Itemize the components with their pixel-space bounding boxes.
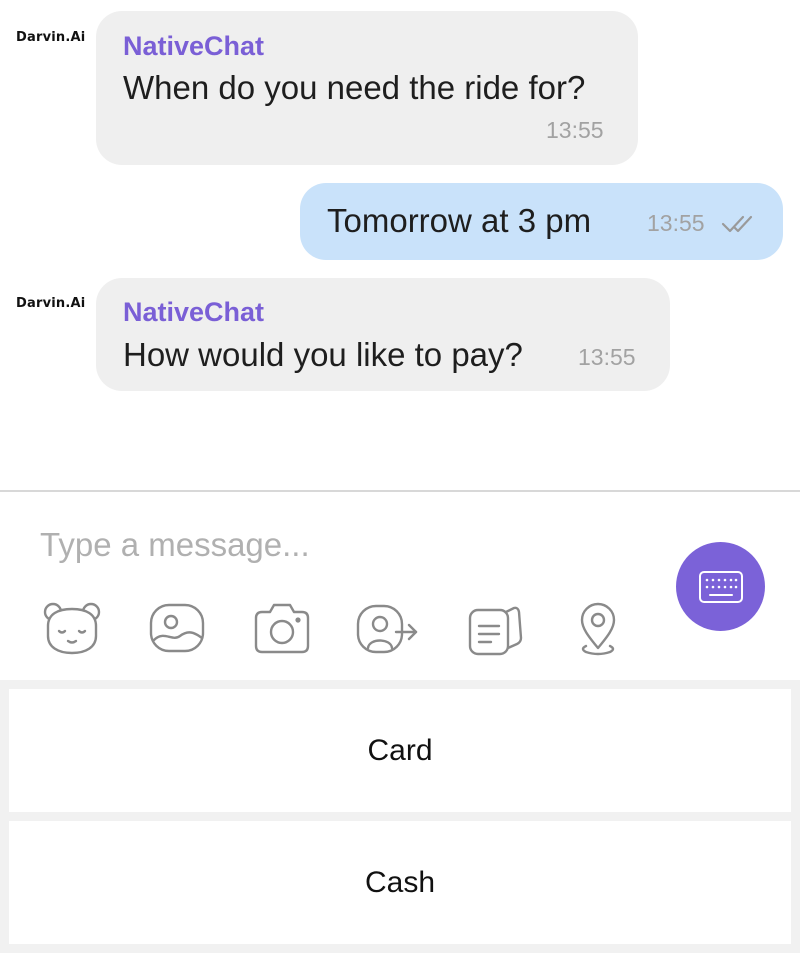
chat-screen: Darvin.Ai NativeChat When do you need th… [0,0,800,953]
sender-name: NativeChat [123,297,265,327]
sticker-button[interactable] [40,596,104,660]
message-time: 13:55 [578,344,636,370]
sender-name: NativeChat [123,31,265,61]
message-text: When do you need the ride for? [123,69,586,106]
avatar-label: Darvin.Ai [16,296,86,311]
camera-button[interactable] [250,596,314,660]
double-check-icon [721,213,757,235]
quick-reply-cash-button[interactable]: Cash [9,821,791,944]
message-time: 13:55 [647,210,705,236]
gallery-icon [146,603,210,664]
avatar-label: Darvin.Ai [16,30,86,45]
message-input[interactable] [40,522,600,568]
location-icon [566,602,630,664]
message-text: Tomorrow at 3 pm [327,202,592,239]
bot-avatar: Darvin.Ai [16,296,85,311]
incoming-message-bubble: NativeChat When do you need the ride for… [96,11,638,165]
quick-replies-panel: Card Cash [0,680,800,953]
share-contact-button[interactable] [354,596,418,660]
documents-button[interactable] [462,596,526,660]
bot-avatar: Darvin.Ai [16,30,85,45]
message-list: Darvin.Ai NativeChat When do you need th… [0,0,800,490]
keyboard-icon [698,570,744,609]
message-composer [0,490,800,682]
message-time: 13:55 [546,117,604,143]
share-contact-icon [354,604,418,664]
camera-icon [250,603,314,664]
location-button[interactable] [566,596,630,660]
sticker-icon [40,602,104,664]
gallery-button[interactable] [146,596,210,660]
incoming-message-bubble: NativeChat How would you like to pay? 13… [96,278,670,391]
outgoing-message-bubble: Tomorrow at 3 pm 13:55 [300,183,783,260]
message-text: How would you like to pay? [123,336,523,373]
documents-icon [462,606,526,664]
keyboard-toggle-button[interactable] [676,542,765,631]
quick-reply-card-button[interactable]: Card [9,689,791,812]
